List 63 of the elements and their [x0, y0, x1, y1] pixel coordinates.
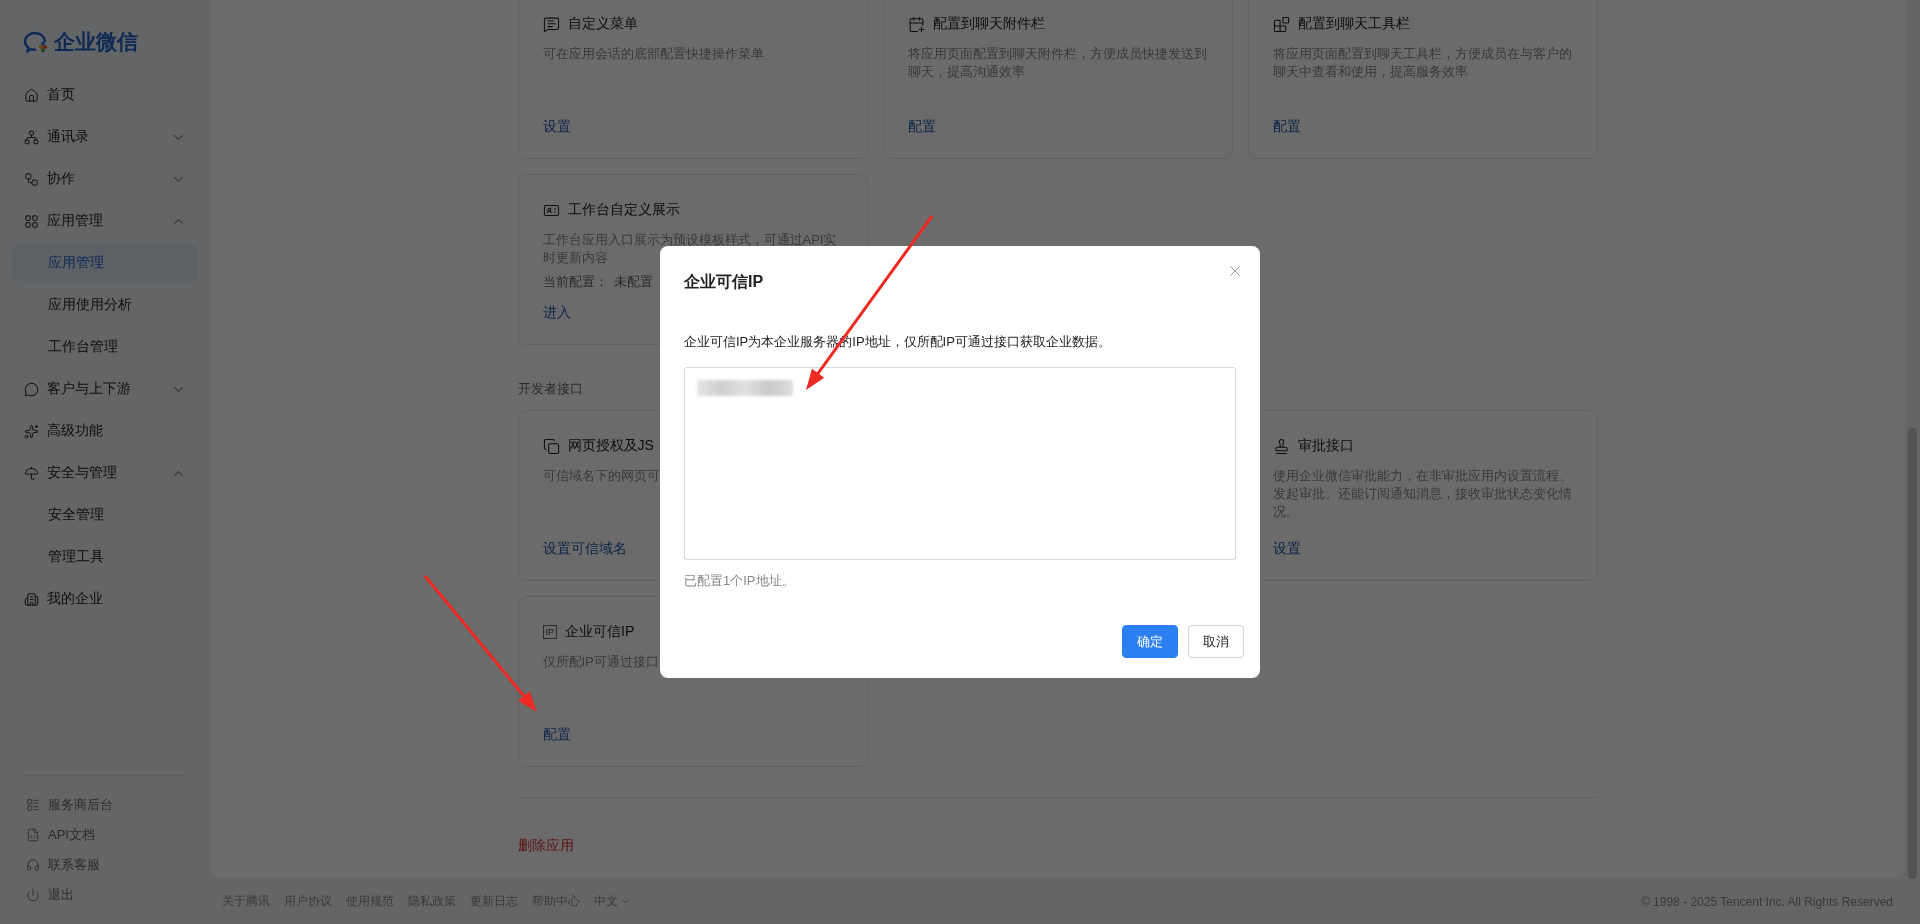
home-icon: [24, 87, 39, 103]
list-icon: [26, 798, 40, 812]
sparkle-icon: [24, 423, 39, 439]
dialog-title: 企业可信IP: [684, 272, 765, 292]
card-link[interactable]: 配置: [1272, 118, 1301, 136]
message-icon: [542, 15, 560, 33]
nav-subitem[interactable]: 安全管理: [12, 497, 198, 533]
card-link[interactable]: 配置: [542, 726, 571, 744]
sidebar-link[interactable]: 服务商后台: [0, 790, 210, 820]
card-title: 配置到聊天附件栏: [932, 15, 1045, 33]
sidebar-link[interactable]: API文档: [0, 820, 210, 850]
card-title: 配置到聊天工具栏: [1297, 15, 1410, 33]
blocks-icon: [1272, 15, 1290, 33]
ip-count-hint: 已配置1个IP地址。: [684, 572, 796, 590]
chat-bubble-icon: [24, 381, 39, 397]
card-link[interactable]: 设置: [1272, 540, 1301, 558]
nav-item[interactable]: 首页: [12, 77, 198, 113]
card-title: 工作台自定义展示: [567, 201, 680, 219]
status-value: 未配置: [613, 273, 653, 291]
sidebar-link-label: 退出: [48, 886, 74, 904]
card-link[interactable]: 进入: [542, 304, 571, 322]
nav-item[interactable]: 协作: [12, 161, 198, 197]
nav-item[interactable]: 我的企业: [12, 581, 198, 617]
sidebar-link-label: 服务商后台: [48, 796, 113, 814]
sidebar-link-label: API文档: [48, 826, 95, 844]
umbrella-icon: [24, 465, 39, 481]
nav-subitem[interactable]: 工作台管理: [12, 329, 198, 365]
card-title: 网页授权及JS: [567, 437, 654, 455]
card-link[interactable]: 设置: [542, 118, 571, 136]
nav-item[interactable]: 通讯录: [12, 119, 198, 155]
confirm-button[interactable]: 确定: [1122, 625, 1178, 658]
sidebar-link-label: 联系客服: [48, 856, 100, 874]
sidebar-link[interactable]: 退出: [0, 880, 210, 910]
nav-item[interactable]: 高级功能: [12, 413, 198, 449]
card-title: 企业可信IP: [565, 623, 635, 641]
power-icon: [26, 888, 40, 902]
org-chart-icon: [24, 129, 39, 145]
nav-subitem[interactable]: 应用管理: [12, 245, 198, 281]
nav-item[interactable]: 安全与管理: [12, 455, 198, 491]
logo-text: 企业微信: [54, 29, 138, 55]
ip-input-field[interactable]: [684, 367, 1236, 560]
document-icon: [26, 828, 40, 842]
nav-item[interactable]: 客户与上下游: [12, 371, 198, 407]
status-label: 当前配置：: [542, 273, 608, 291]
workflow-icon: [24, 171, 39, 187]
sidebar-link[interactable]: 联系客服: [0, 850, 210, 880]
headset-icon: [26, 858, 40, 872]
copy-icon: [542, 437, 560, 455]
ip-icon: IP: [542, 625, 557, 639]
logo-icon: [22, 30, 50, 54]
building-icon: [24, 591, 39, 607]
nav-subitem[interactable]: 应用使用分析: [12, 287, 198, 323]
card-link[interactable]: 配置: [907, 118, 936, 136]
card-link[interactable]: 设置可信域名: [542, 540, 627, 558]
nav-item[interactable]: 应用管理: [12, 203, 198, 239]
cancel-button[interactable]: 取消: [1188, 625, 1244, 658]
calendar-plus-icon: [907, 15, 925, 33]
delete-link[interactable]: 删除应用: [517, 837, 574, 853]
nav-subitem[interactable]: 管理工具: [12, 539, 198, 575]
grid-icon: [24, 213, 39, 229]
card-title: 审批接口: [1297, 437, 1354, 455]
card-title: 自定义菜单: [567, 15, 638, 33]
stamp-icon: [1272, 437, 1290, 455]
